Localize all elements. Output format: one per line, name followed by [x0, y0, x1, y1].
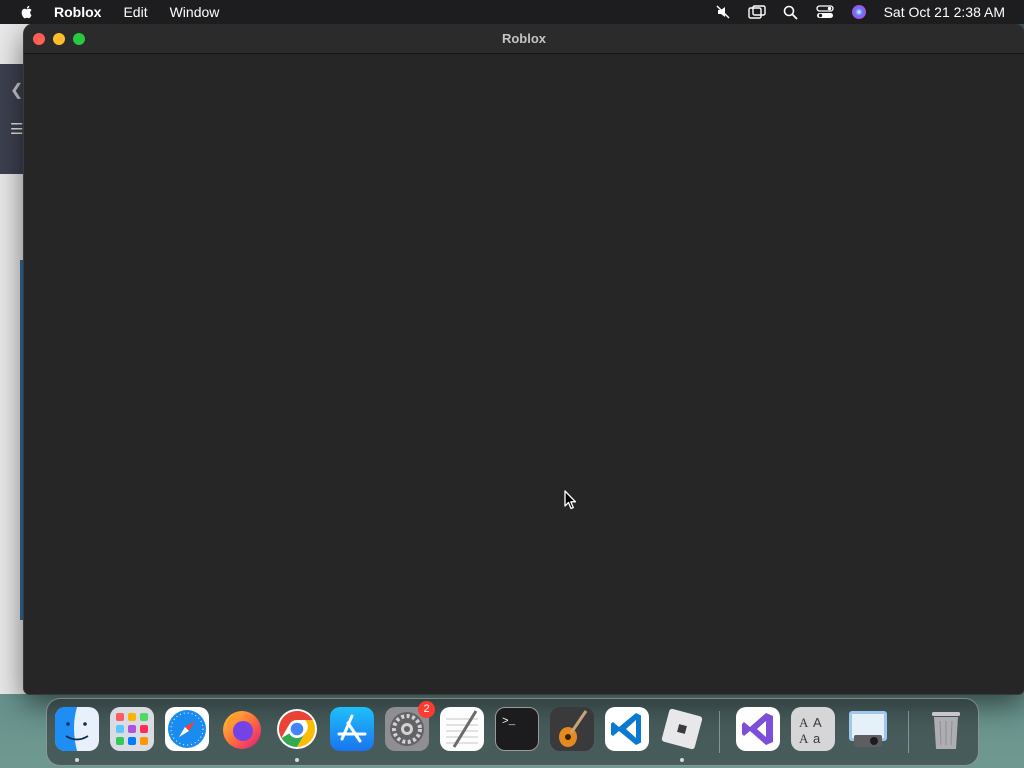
spotlight-search-icon[interactable]: [782, 4, 800, 20]
firefox-icon[interactable]: [220, 707, 264, 751]
roblox-content-area[interactable]: [24, 54, 1024, 694]
window-title: Roblox: [501, 31, 547, 46]
menu-bar: Roblox Edit Window Sat Oct 21 2:38 AM: [0, 0, 1024, 24]
mute-icon[interactable]: [714, 4, 732, 20]
background-window-sidebar: [20, 260, 23, 620]
menu-roblox[interactable]: Roblox: [54, 4, 101, 20]
window-titlebar[interactable]: Roblox: [24, 24, 1024, 54]
menu-edit[interactable]: Edit: [123, 4, 147, 20]
menu-window[interactable]: Window: [170, 4, 220, 20]
siri-icon[interactable]: [850, 4, 868, 20]
screen-mirroring-icon[interactable]: [747, 4, 766, 20]
terminal-icon[interactable]: >_: [495, 707, 539, 751]
app-store-icon[interactable]: [330, 707, 374, 751]
safari-icon[interactable]: [165, 707, 209, 751]
roblox-running-indicator: [680, 758, 684, 762]
svg-text:A: A: [813, 715, 822, 730]
dock-separator: [908, 711, 909, 753]
svg-text:A: A: [799, 731, 809, 746]
back-arrow-icon[interactable]: ❮: [10, 80, 23, 100]
chrome-icon[interactable]: [275, 707, 319, 751]
control-center-icon[interactable]: [815, 4, 834, 20]
dock-separator: [719, 711, 720, 753]
svg-text:A: A: [799, 715, 809, 730]
textedit-icon[interactable]: [440, 707, 484, 751]
preview-icon[interactable]: [846, 707, 890, 751]
launchpad-icon[interactable]: [110, 707, 154, 751]
visual-studio-icon[interactable]: [736, 707, 780, 751]
font-book-icon[interactable]: A A A a: [791, 707, 835, 751]
vscode-icon[interactable]: [605, 707, 649, 751]
finder-icon[interactable]: [55, 707, 99, 751]
roblox-icon[interactable]: [660, 707, 704, 751]
menu-bar-clock[interactable]: Sat Oct 21 2:38 AM: [884, 4, 1005, 20]
notification-badge: 2: [418, 701, 435, 718]
dock: 2 >_ A A A a: [46, 698, 979, 766]
trash-icon[interactable]: [924, 707, 968, 751]
roblox-window[interactable]: Roblox: [24, 24, 1024, 694]
garageband-icon[interactable]: [550, 707, 594, 751]
finder-running-indicator: [75, 758, 79, 762]
chrome-running-indicator: [295, 758, 299, 762]
system-settings-icon[interactable]: 2: [385, 701, 435, 751]
mouse-pointer-icon: [564, 490, 577, 510]
apple-icon[interactable]: [19, 4, 35, 20]
svg-text:>_: >_: [502, 716, 516, 728]
hamburger-menu-icon[interactable]: ☰: [10, 120, 23, 138]
svg-text:a: a: [813, 731, 821, 746]
